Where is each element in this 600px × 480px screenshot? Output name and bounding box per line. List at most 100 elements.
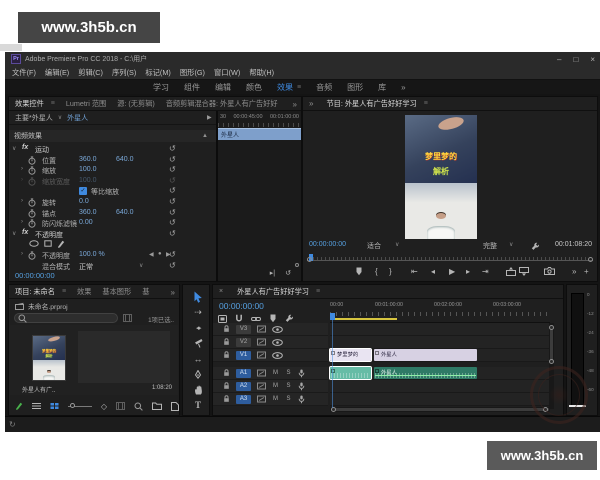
chevron-down-icon[interactable]: ∨	[395, 241, 399, 248]
writable-indicator-button[interactable]	[15, 402, 23, 410]
mic-icon[interactable]	[298, 395, 305, 404]
lock-icon[interactable]	[223, 369, 230, 377]
reset-icon[interactable]: ↺	[169, 155, 176, 164]
menu-item-5[interactable]: 图形(G)	[180, 68, 205, 78]
track-target-button[interactable]: A3	[236, 395, 251, 404]
reset-icon[interactable]: ↺	[169, 176, 176, 185]
track-select-forward-tool[interactable]: ⇢	[191, 306, 205, 319]
menu-item-1[interactable]: 编辑(E)	[45, 68, 69, 78]
more-button[interactable]: »	[572, 267, 576, 276]
panel-menu-icon[interactable]: ≡	[62, 288, 66, 295]
go-to-in-button[interactable]: ⇤	[411, 267, 418, 276]
track-lane[interactable]	[330, 393, 550, 406]
expand-icon[interactable]: ›	[21, 251, 23, 257]
scroll-handle-right[interactable]	[588, 257, 593, 262]
razor-tool[interactable]	[191, 337, 205, 350]
collapse-timeline-icon[interactable]: ▶	[207, 114, 212, 121]
sync-lock-icon[interactable]	[257, 351, 266, 359]
effect-controls-timecode[interactable]: 00:00:00:00	[15, 271, 55, 280]
expand-icon[interactable]: ›	[21, 198, 23, 204]
scrubber-track[interactable]	[307, 260, 593, 261]
add-marker-icon[interactable]	[269, 314, 277, 323]
panel-tab-1[interactable]: 效果	[77, 287, 91, 297]
rect-mask-icon[interactable]	[44, 240, 52, 247]
scroll-handle[interactable]	[549, 359, 554, 364]
track-target-button[interactable]: A2	[236, 382, 251, 391]
panel-tab-2[interactable]: 基本图形	[102, 287, 131, 297]
track-target-button[interactable]: V3	[236, 325, 251, 334]
step-forward-button[interactable]: ▸	[466, 267, 470, 276]
expand-icon[interactable]: ›	[21, 177, 23, 183]
extract-button[interactable]	[519, 267, 529, 276]
video-clip[interactable]: 外星人	[374, 349, 477, 361]
eye-icon[interactable]	[272, 339, 283, 346]
track-lane[interactable]	[330, 380, 550, 393]
timeline-timecode[interactable]: 00:00:00:00	[219, 301, 264, 311]
lock-icon[interactable]	[223, 382, 230, 390]
automate-to-sequence-button[interactable]: ◇	[101, 402, 107, 411]
video-clip[interactable]: 梦里梦的	[330, 349, 371, 361]
eye-icon[interactable]	[272, 326, 283, 333]
param-value[interactable]: 0.00	[79, 219, 93, 226]
audio-clip[interactable]	[330, 367, 371, 379]
param-value[interactable]: 100.0 %	[79, 251, 105, 258]
scroll-up-icon[interactable]: ▲	[202, 133, 208, 139]
scroll-handle-left[interactable]	[307, 257, 312, 262]
pen-tool[interactable]	[191, 368, 205, 381]
sync-lock-icon[interactable]	[257, 395, 266, 403]
chevron-down-icon[interactable]: ∨	[58, 114, 62, 121]
param-value[interactable]: 100.0	[79, 166, 97, 173]
menu-item-2[interactable]: 剪辑(C)	[78, 68, 103, 78]
reset-icon[interactable]: ↺	[169, 197, 176, 206]
track-lane[interactable]: 外星人	[330, 367, 550, 380]
menu-item-3[interactable]: 序列(S)	[112, 68, 136, 78]
mark-out-button[interactable]: }	[389, 267, 392, 276]
program-video-preview[interactable]: 梦里梦的 解析	[405, 115, 477, 239]
add-button[interactable]: +	[584, 267, 589, 276]
sync-lock-icon[interactable]	[257, 382, 266, 390]
selected-clip-label[interactable]: 外星人	[67, 113, 88, 123]
slider-handle[interactable]	[70, 403, 75, 408]
workspace-tab-0[interactable]: 学习	[153, 82, 169, 93]
panel-overflow-icon[interactable]: »	[290, 100, 297, 109]
scroll-handle[interactable]	[549, 325, 554, 330]
chevron-down-icon[interactable]: ∨	[509, 241, 513, 248]
chevron-down-icon[interactable]: ∨	[139, 262, 143, 269]
list-view-button[interactable]	[32, 402, 41, 410]
prev-keyframe-icon[interactable]: ◀	[149, 251, 154, 258]
hand-tool[interactable]	[191, 383, 205, 396]
solo-button[interactable]: S	[285, 396, 292, 402]
sequence-tab[interactable]: 外星人有广告好好学习 ≡	[237, 287, 320, 297]
step-back-button[interactable]: ◂	[431, 267, 435, 276]
reset-icon[interactable]: ↺	[169, 165, 176, 174]
workspace-tab-3[interactable]: 颜色	[246, 82, 262, 93]
panel-tab-2[interactable]: 源: (无剪辑)	[117, 99, 155, 109]
menu-item-0[interactable]: 文件(F)	[12, 68, 36, 78]
workspace-tab-5[interactable]: 音频	[316, 82, 332, 93]
menu-item-7[interactable]: 帮助(H)	[249, 68, 274, 78]
project-bin-area[interactable]: 梦里梦的 解析 外星人有广.. 1:08:20	[10, 325, 178, 395]
param-value[interactable]: 100.0	[79, 177, 97, 184]
maximize-button[interactable]: □	[573, 55, 578, 64]
snap-icon[interactable]	[235, 314, 243, 323]
lock-icon[interactable]	[223, 338, 230, 346]
solo-button[interactable]: S	[285, 370, 292, 376]
reset-icon[interactable]: ↺	[169, 250, 176, 259]
panel-menu-icon[interactable]: ≡	[424, 100, 428, 107]
mini-timeline-clip[interactable]: 外星人	[218, 128, 301, 140]
play-button[interactable]: ▶	[449, 267, 455, 276]
ripple-edit-tool[interactable]: ◂▸	[191, 321, 205, 334]
solo-button[interactable]: S	[285, 383, 292, 389]
go-to-out-button[interactable]: ⇥	[482, 267, 489, 276]
reset-icon[interactable]: ↺	[169, 218, 176, 227]
export-frame-button[interactable]	[544, 267, 555, 275]
panel-close-icon[interactable]: ×	[219, 288, 223, 295]
zoom-level-select[interactable]: 适合	[367, 241, 381, 251]
panel-tab-0[interactable]: 效果控件≡	[15, 99, 55, 109]
eye-icon[interactable]	[272, 352, 283, 359]
scroll-handle[interactable]	[295, 263, 299, 267]
stopwatch-icon[interactable]	[28, 166, 36, 175]
horizontal-scrollbar[interactable]	[330, 407, 550, 412]
param-value[interactable]: 640.0	[116, 156, 134, 163]
workspace-tab-6[interactable]: 图形	[347, 82, 363, 93]
